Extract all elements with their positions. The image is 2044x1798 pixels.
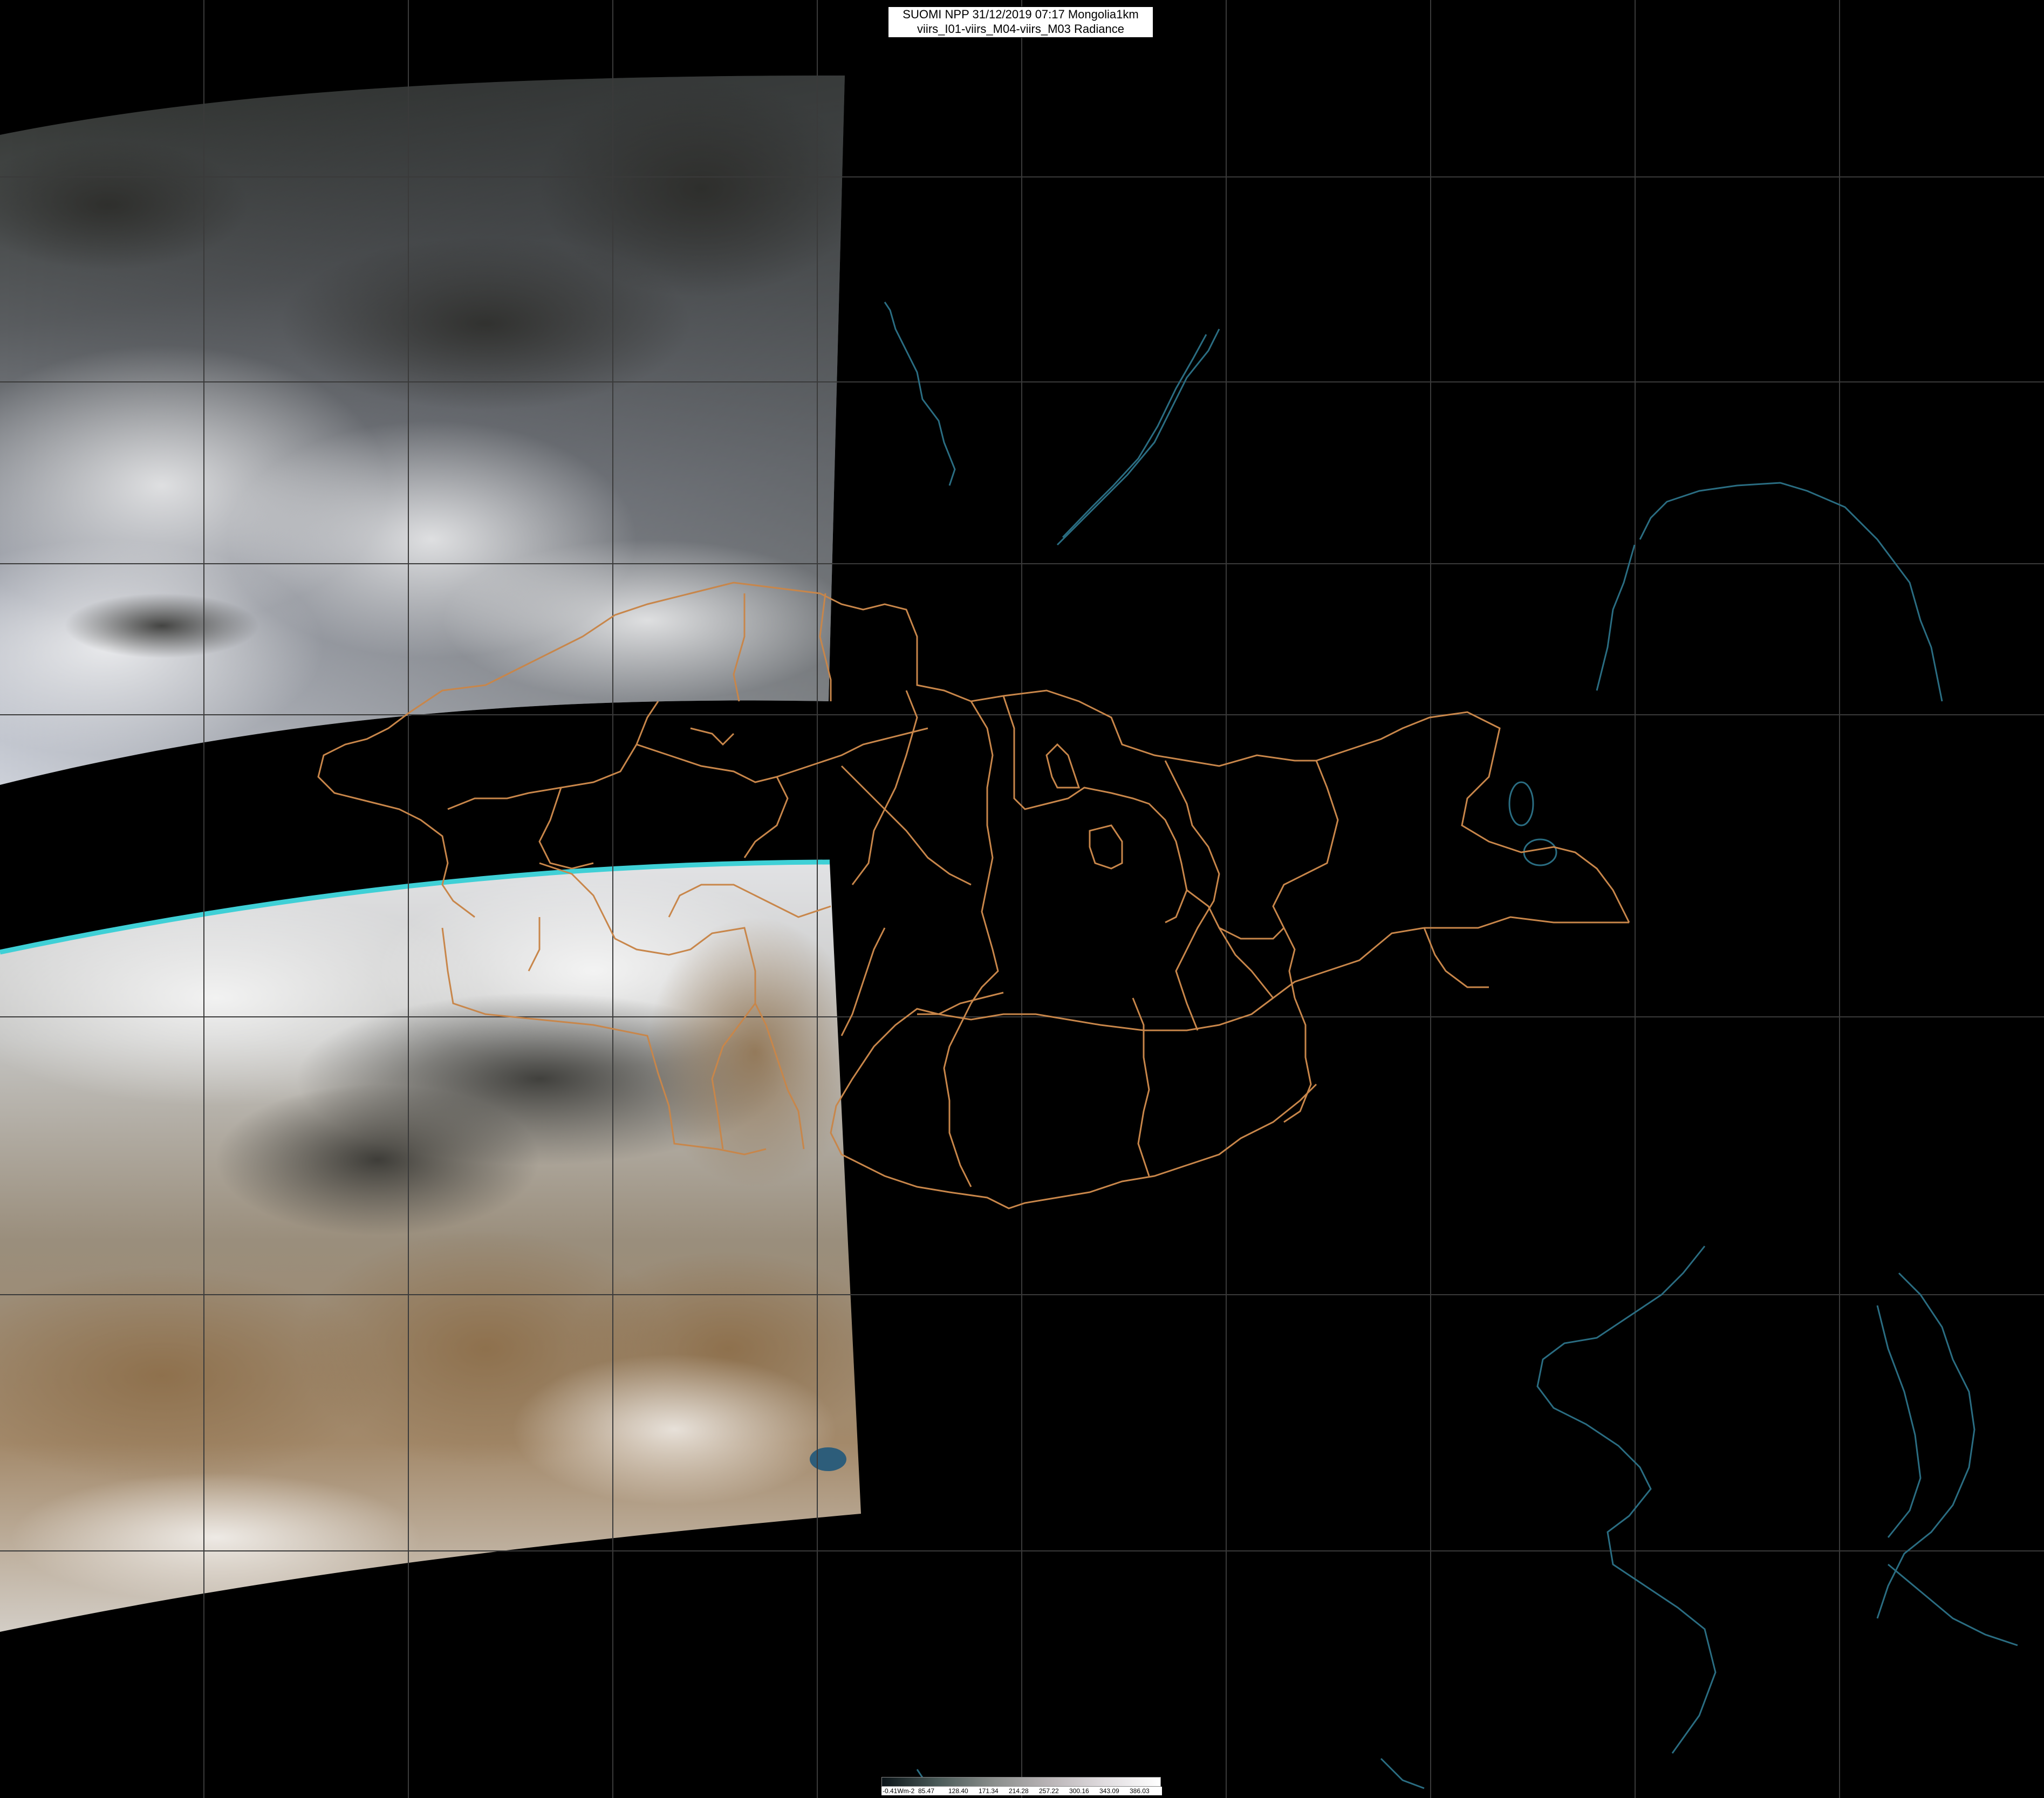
colorbar-label: 171.34 (979, 1787, 999, 1795)
radiance-colorbar: -0.41Wm-2 85.47 128.40 171.34 214.28 257… (881, 1777, 1162, 1796)
colorbar-label: 257.22 (1039, 1787, 1059, 1795)
satellite-image-map (0, 0, 2044, 1798)
colorbar-label: -0.41Wm-2 (883, 1787, 915, 1795)
colorbar-gradient (881, 1777, 1161, 1787)
colorbar-label: 214.28 (1009, 1787, 1029, 1795)
colorbar-labels: -0.41Wm-2 85.47 128.40 171.34 214.28 257… (881, 1787, 1162, 1795)
title-line-bands: viirs_I01-viirs_M04-viirs_M03 Radiance (917, 22, 1124, 36)
title-line-satellite-date: SUOMI NPP 31/12/2019 07:17 Mongolia1km (903, 8, 1139, 21)
colorbar-label: 300.16 (1069, 1787, 1089, 1795)
colorbar-label: 85.47 (918, 1787, 935, 1795)
upper-swath (0, 76, 845, 785)
colorbar-label: 128.40 (948, 1787, 968, 1795)
colorbar-label: 386.03 (1130, 1787, 1150, 1795)
colorbar-label: 343.09 (1099, 1787, 1119, 1795)
image-title-label: SUOMI NPP 31/12/2019 07:17 Mongolia1km v… (888, 6, 1153, 38)
